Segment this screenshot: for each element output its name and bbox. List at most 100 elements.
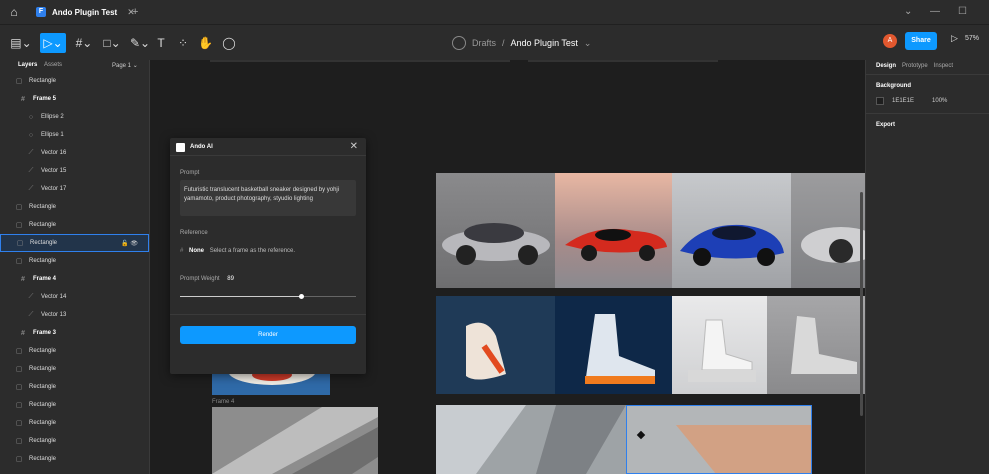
tab-design[interactable]: Design [876,63,896,71]
car-silver-graphic [442,223,550,265]
generated-image-car-blue[interactable] [672,173,791,288]
share-button[interactable]: Share [905,32,937,50]
layer-item[interactable]: ▢ Rectangle [0,360,149,378]
layer-item[interactable]: ▢ Rectangle 🔓 👁 [0,234,149,252]
shoe-4-graphic [791,316,857,374]
chevron-down-icon[interactable]: ⌄ [904,3,912,21]
canvas-scrollbar[interactable] [860,192,863,416]
rect-layer-icon: ▢ [15,384,23,391]
background-hex[interactable]: 1E1E1E [892,98,914,104]
main-toolbar: ▤⌄ ▷⌄ #⌄ □⌄ ✎⌄ T ⁘ ✋ ◯ Drafts / Ando Plu… [0,24,989,60]
layer-item[interactable]: # Frame 5 [0,90,149,108]
breadcrumb-file[interactable]: Ando Plugin Test [511,38,578,48]
background-opacity[interactable]: 100% [932,98,947,104]
divider [170,314,366,315]
layer-item[interactable]: ○ Ellipse 2 [0,108,149,126]
layer-item[interactable]: ▢ Rectangle [0,432,149,450]
layer-item[interactable]: ⟋ Vector 13 [0,306,149,324]
rect-layer-icon: ▢ [15,258,23,265]
frame-4-preview[interactable] [212,407,378,474]
zoom-level[interactable]: 57% [965,35,979,42]
close-icon[interactable]: ✕ [350,141,358,152]
tab-prototype[interactable]: Prototype [902,63,928,71]
chevron-down-icon[interactable]: ⌄ [584,38,592,49]
layer-label: Rectangle [29,222,57,228]
layer-item[interactable]: ▢ Rectangle [0,378,149,396]
layers-panel: Layers Assets Page 1 ⌄ ▢ Rectangle # Frame … [0,60,150,474]
generated-image-car-red[interactable] [555,173,672,288]
ando-ai-panel: Ando AI ✕ Prompt Futuristic translucent … [170,138,366,374]
generated-image-car-silver[interactable] [436,173,555,288]
tab-assets[interactable]: Assets [44,62,62,68]
car-blue-graphic [680,224,784,266]
reference-field[interactable]: # None Select a frame as the reference. [180,248,295,254]
present-play-icon[interactable]: ▷ [951,33,958,44]
breadcrumb-project[interactable]: Drafts [472,38,496,48]
background-swatch[interactable] [876,97,884,105]
prompt-weight-value: 89 [227,276,234,282]
ando-logo-icon [176,143,185,152]
page-selector[interactable]: Page 1 ⌄ [112,62,138,69]
layer-label: Frame 4 [33,276,57,282]
layer-item[interactable]: ▢ Rectangle [0,414,149,432]
frame-tool-button[interactable]: #⌄ [72,33,96,53]
generated-image-car-gray[interactable] [791,173,865,288]
shoe-1-graphic [466,322,506,380]
export-title[interactable]: Export [876,122,979,128]
layer-label: Vector 16 [41,150,67,156]
layer-item[interactable]: # Frame 3 [0,324,149,342]
layer-item[interactable]: ▢ Rectangle [0,450,149,468]
team-icon [452,36,466,50]
background-title: Background [876,83,912,89]
layer-item[interactable]: ⟋ Vector 16 [0,144,149,162]
tab-layers[interactable]: Layers [18,62,37,68]
frame-4-label[interactable]: Frame 4 [212,399,234,405]
rect-layer-icon: ▢ [15,420,23,427]
main-menu-button[interactable]: ▤⌄ [10,33,32,53]
maximize-button[interactable]: ☐ [958,3,967,21]
rect-layer-icon: ▢ [15,204,23,211]
layer-item[interactable]: ⟋ Vector 15 [0,162,149,180]
layer-item[interactable]: ▢ Rectangle [0,252,149,270]
new-tab-button[interactable]: + [132,3,138,21]
shape-tool-button[interactable]: □⌄ [100,33,124,53]
generated-image-shoe-4[interactable] [767,296,865,394]
move-tool-button[interactable]: ▷⌄ [40,33,66,53]
minimize-button[interactable]: — [930,3,940,21]
layer-item[interactable]: ▢ Rectangle [0,198,149,216]
ellipse-layer-icon: ○ [28,131,34,139]
layer-label: Rectangle [29,402,57,408]
text-tool-button[interactable]: T [154,33,168,53]
generated-image-shoe-3[interactable] [672,296,767,394]
avatar[interactable]: A [883,34,897,48]
layer-visibility-icon[interactable]: 🔓 👁 [121,240,138,247]
layer-item[interactable]: ▢ Rectangle [0,216,149,234]
breadcrumb-separator: / [502,38,505,48]
pen-tool-button[interactable]: ✎⌄ [128,33,152,53]
layer-item[interactable]: ⟋ Vector 17 [0,180,149,198]
slider-handle[interactable] [299,294,305,299]
layer-item[interactable]: ▢ Rectangle [0,396,149,414]
hand-tool-button[interactable]: ✋ [198,33,213,53]
comment-tool-button[interactable]: ◯ [222,33,236,53]
layer-item[interactable]: ○ Ellipse 1 [0,126,149,144]
ellipse-layer-icon: ○ [28,113,34,121]
layer-label: Rectangle [29,204,57,210]
prompt-weight-slider[interactable] [180,294,356,299]
tab-inspect[interactable]: Inspect [934,63,953,71]
render-button[interactable]: Render [180,326,356,344]
reference-hint: Select a frame as the reference. [209,248,296,254]
layer-item[interactable]: ▢ Rectangle [0,72,149,90]
prompt-input[interactable]: Futuristic translucent basketball sneake… [180,180,356,216]
layer-item[interactable]: ⟋ Vector 14 [0,288,149,306]
generated-image-shoe-1[interactable] [436,296,555,394]
layer-label: Rectangle [29,384,57,390]
generated-image-shoe-2[interactable] [555,296,672,394]
file-tab[interactable]: F Ando Plugin Test ✕ [36,3,135,21]
layer-label: Rectangle [30,240,58,246]
layer-item[interactable]: ▢ Rectangle [0,342,149,360]
layer-item[interactable]: # Frame 4 [0,270,149,288]
resources-tool-button[interactable]: ⁘ [176,33,190,53]
breadcrumb: Drafts / Ando Plugin Test ⌄ [452,33,591,53]
home-icon[interactable]: ⌂ [6,4,22,20]
